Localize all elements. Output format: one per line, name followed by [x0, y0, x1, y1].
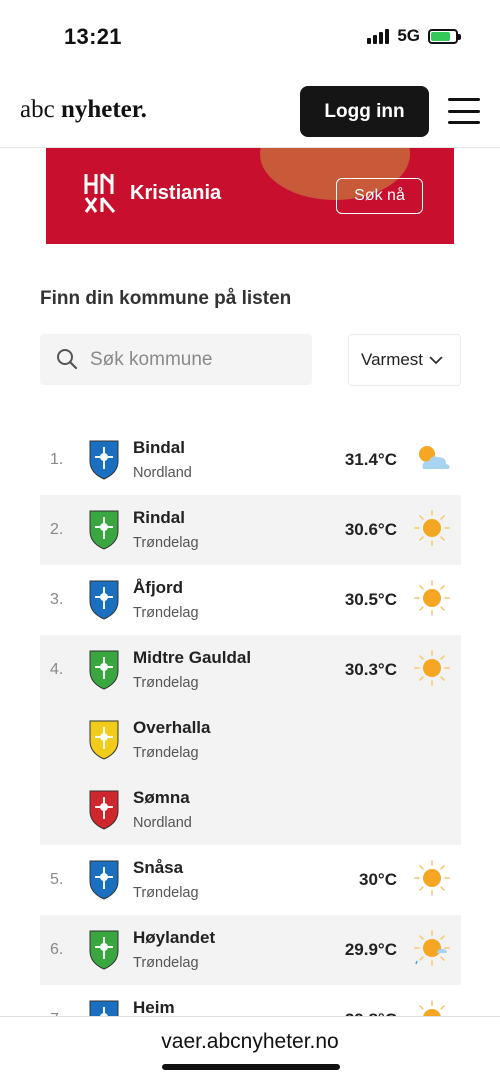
- county-name: Trøndelag: [133, 605, 199, 621]
- temperature: 30.6°C: [344, 520, 397, 539]
- coat-of-arms-icon: [88, 929, 120, 971]
- coat-of-arms-icon: [88, 719, 120, 761]
- status-bar: 13:21 5G: [0, 0, 500, 72]
- status-indicators: 5G: [367, 26, 461, 46]
- search-box[interactable]: [40, 334, 312, 385]
- temperature: 30.3°C: [344, 660, 397, 679]
- county-name: Trøndelag: [133, 955, 199, 971]
- list-item[interactable]: 1. Bindal Nordland 31.4°C: [40, 425, 461, 495]
- browser-url-bar[interactable]: vaer.abcnyheter.no: [0, 1016, 500, 1083]
- logo-bold: nyheter.: [60, 96, 147, 123]
- logo-light: abc: [20, 96, 55, 123]
- coat-of-arms-icon: [88, 649, 120, 691]
- rank-number: 3.: [50, 591, 64, 608]
- sun-icon: [413, 859, 451, 897]
- municipality-list: 1. Bindal Nordland 31.4°C 2. Rindal Trøndelag…: [40, 425, 461, 1055]
- coat-of-arms-icon: [88, 789, 120, 831]
- municipality-name: Åfjord: [133, 578, 184, 597]
- rank-number: 6.: [50, 941, 64, 958]
- list-item[interactable]: 6. Høylandet Trøndelag 29.9°C: [40, 915, 461, 985]
- section-title: Finn din kommune på listen: [40, 288, 292, 309]
- municipality-name: Snåsa: [133, 858, 184, 877]
- temperature: 29.9°C: [344, 940, 397, 959]
- county-name: Trøndelag: [133, 675, 199, 691]
- sun-icon: [413, 649, 451, 687]
- municipality-name: Sømna: [133, 788, 190, 807]
- hamburger-menu-icon[interactable]: [448, 98, 480, 124]
- chevron-down-icon: [429, 355, 443, 364]
- network-label: 5G: [397, 26, 420, 45]
- county-name: Nordland: [133, 465, 192, 481]
- county-name: Trøndelag: [133, 885, 199, 901]
- coat-of-arms-icon: [88, 509, 120, 551]
- sort-dropdown[interactable]: Varmest: [348, 334, 461, 386]
- site-header: abc nyheter. Logg inn: [0, 72, 500, 148]
- municipality-name: Midtre Gauldal: [133, 648, 252, 667]
- partly-cloudy-icon: [413, 439, 451, 477]
- municipality-name: Rindal: [133, 508, 185, 527]
- url-text: vaer.abcnyheter.no: [161, 1030, 339, 1053]
- sun-icon: [413, 579, 451, 617]
- sun-icon: [413, 509, 451, 547]
- sun-rain-icon: [413, 929, 451, 967]
- municipality-name: Heim: [133, 998, 175, 1017]
- list-item[interactable]: 3. Åfjord Trøndelag 30.5°C: [40, 565, 461, 635]
- site-logo[interactable]: abc nyheter.: [20, 96, 147, 124]
- sort-label: Varmest: [361, 350, 424, 369]
- temperature: 31.4°C: [344, 450, 397, 469]
- list-item[interactable]: 4. Midtre Gauldal Trøndelag 30.3°C: [40, 635, 461, 705]
- temperature: 30.5°C: [344, 590, 397, 609]
- rank-number: 2.: [50, 521, 64, 538]
- municipality-name: Høylandet: [133, 928, 216, 947]
- list-item[interactable]: Overhalla Trøndelag: [40, 705, 461, 775]
- county-name: Trøndelag: [133, 535, 199, 551]
- municipality-name: Bindal: [133, 438, 185, 457]
- rank-number: 5.: [50, 871, 64, 888]
- rank-number: 1.: [50, 451, 64, 468]
- search-input[interactable]: [90, 334, 300, 385]
- list-item[interactable]: 2. Rindal Trøndelag 30.6°C: [40, 495, 461, 565]
- list-item[interactable]: 5. Snåsa Trøndelag 30°C: [40, 845, 461, 915]
- home-indicator[interactable]: [162, 1064, 340, 1070]
- temperature: 30°C: [359, 870, 397, 889]
- rank-number: 4.: [50, 661, 64, 678]
- search-icon: [57, 349, 78, 370]
- ad-cta-button[interactable]: Søk nå: [336, 178, 423, 214]
- county-name: Nordland: [133, 815, 192, 831]
- status-time: 13:21: [64, 24, 122, 49]
- kristiania-logo-icon: [84, 172, 116, 213]
- municipality-name: Overhalla: [133, 718, 211, 737]
- coat-of-arms-icon: [88, 859, 120, 901]
- county-name: Trøndelag: [133, 745, 199, 761]
- ad-brand: Kristiania: [130, 182, 222, 204]
- battery-icon: [428, 28, 461, 44]
- signal-icon: [367, 28, 390, 44]
- ad-banner[interactable]: Kristiania Søk nå: [46, 148, 454, 244]
- list-item[interactable]: Sømna Nordland: [40, 775, 461, 845]
- coat-of-arms-icon: [88, 439, 120, 481]
- coat-of-arms-icon: [88, 579, 120, 621]
- login-button[interactable]: Logg inn: [300, 86, 429, 137]
